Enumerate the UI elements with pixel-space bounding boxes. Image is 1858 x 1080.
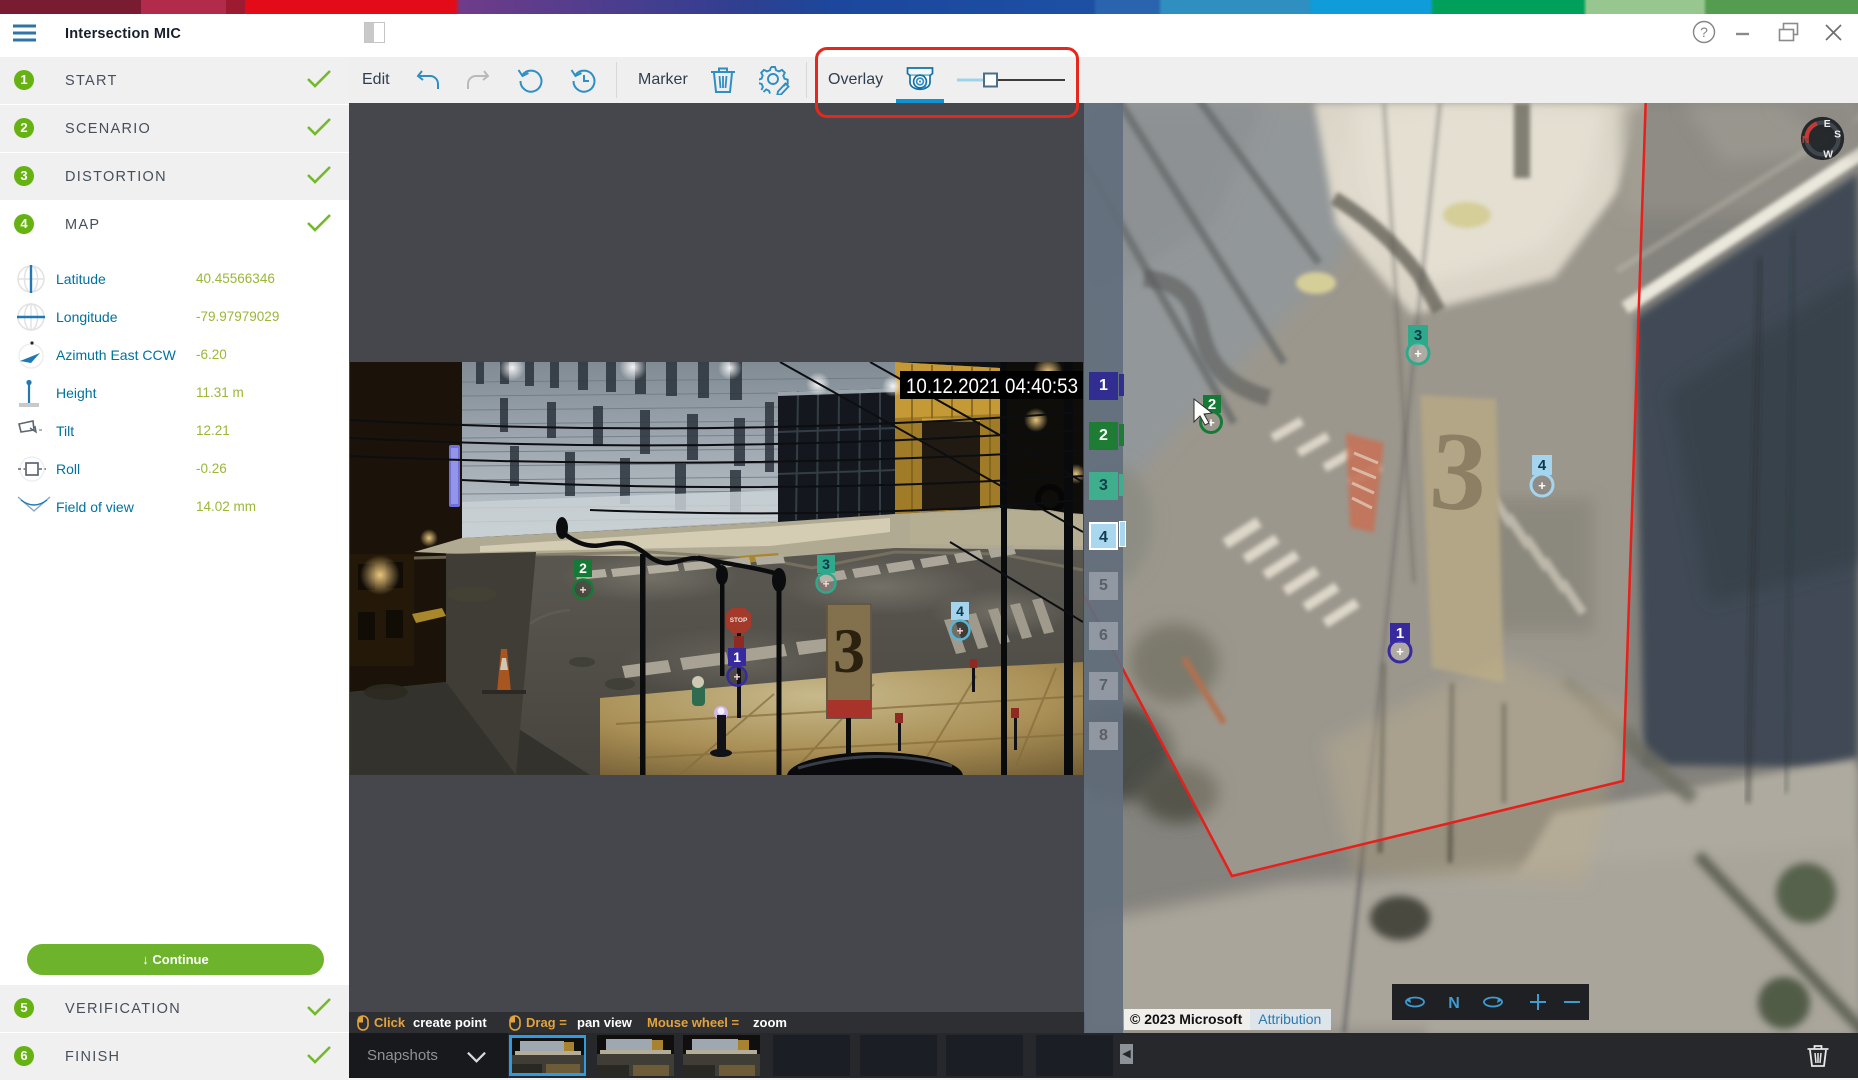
svg-text:+: + <box>1538 478 1546 493</box>
svg-text:+: + <box>733 670 740 684</box>
svg-text:4: 4 <box>956 603 964 619</box>
svg-text:+: + <box>579 583 586 597</box>
svg-text:4: 4 <box>1538 457 1547 474</box>
svg-text:+: + <box>1414 346 1422 361</box>
svg-text:+: + <box>956 624 963 638</box>
svg-text:3: 3 <box>822 556 830 572</box>
svg-text:?: ? <box>1700 24 1708 40</box>
svg-text:E: E <box>1824 119 1831 130</box>
svg-text:N: N <box>1802 135 1809 146</box>
svg-text:+: + <box>822 577 829 591</box>
svg-text:2: 2 <box>579 560 587 576</box>
svg-text:W: W <box>1823 149 1833 160</box>
svg-text:3: 3 <box>833 615 865 686</box>
svg-text:S: S <box>1834 130 1841 141</box>
svg-text:1: 1 <box>733 649 741 665</box>
svg-text:+: + <box>1396 644 1404 659</box>
svg-text:10.12.2021 04:40:53: 10.12.2021 04:40:53 <box>906 374 1078 398</box>
svg-text:N: N <box>1448 995 1460 1012</box>
svg-text:STOP: STOP <box>730 617 748 624</box>
